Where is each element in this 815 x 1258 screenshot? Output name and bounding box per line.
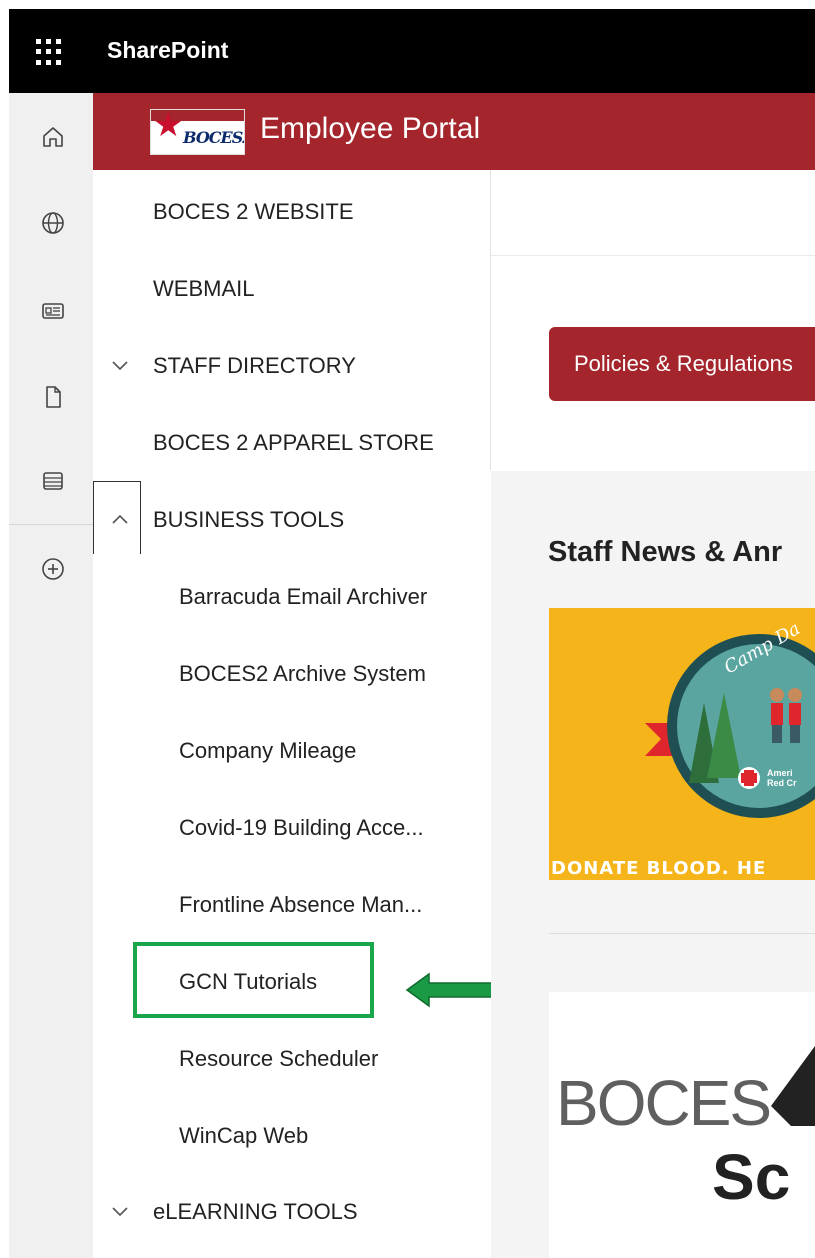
chevron-down-icon[interactable] bbox=[110, 1204, 130, 1218]
red-cross-text-2: Red Cr bbox=[767, 778, 797, 788]
news-divider bbox=[549, 933, 815, 934]
school-roof-icon bbox=[771, 1046, 815, 1126]
logo-text: BOCES2 bbox=[183, 128, 244, 147]
nav-subitem-barracuda[interactable]: Barracuda Email Archiver bbox=[179, 584, 427, 610]
news-section-title: Staff News & Anr bbox=[548, 536, 783, 568]
news-icon[interactable] bbox=[39, 297, 67, 325]
globe-icon[interactable] bbox=[39, 209, 67, 237]
nav-item-boces-website[interactable]: BOCES 2 WEBSITE bbox=[153, 199, 354, 225]
nav-subitem-frontline[interactable]: Frontline Absence Man... bbox=[179, 892, 422, 918]
site-header: ★ BOCES2 Employee Portal bbox=[93, 93, 815, 170]
add-icon[interactable] bbox=[39, 555, 67, 583]
site-title[interactable]: Employee Portal bbox=[260, 112, 480, 146]
nav-subitem-company-mileage[interactable]: Company Mileage bbox=[179, 738, 356, 764]
site-logo[interactable]: ★ BOCES2 bbox=[150, 109, 245, 155]
nav-item-webmail[interactable]: WEBMAIL bbox=[153, 276, 254, 302]
star-icon: ★ bbox=[153, 109, 184, 144]
main-top-area bbox=[491, 170, 815, 255]
left-navigation bbox=[93, 170, 490, 1258]
home-icon[interactable] bbox=[39, 123, 67, 151]
nav-subitem-covid-access[interactable]: Covid-19 Building Acce... bbox=[179, 815, 424, 841]
chevron-up-icon[interactable] bbox=[110, 512, 130, 526]
nav-item-apparel-store[interactable]: BOCES 2 APPAREL STORE bbox=[153, 430, 434, 456]
news-card-boces-school[interactable]: BOCES Sc bbox=[549, 992, 815, 1258]
list-icon[interactable] bbox=[39, 467, 67, 495]
app-bar-divider bbox=[9, 524, 93, 525]
main-divider bbox=[491, 255, 815, 256]
app-launcher-icon[interactable] bbox=[36, 39, 62, 65]
document-icon[interactable] bbox=[39, 383, 67, 411]
news-image-blood-drive[interactable]: Ameri Red Cr Camp Da DONATE BLOOD. HE bbox=[549, 608, 815, 880]
news-image-caption: DONATE BLOOD. HE bbox=[551, 858, 766, 879]
card-text-sc: Sc bbox=[712, 1141, 791, 1213]
nav-subitem-archive-system[interactable]: BOCES2 Archive System bbox=[179, 661, 426, 687]
suite-app-name[interactable]: SharePoint bbox=[107, 37, 228, 64]
nav-item-business-tools[interactable]: BUSINESS TOOLS bbox=[153, 507, 344, 533]
nav-subitem-resource-scheduler[interactable]: Resource Scheduler bbox=[179, 1046, 378, 1072]
nav-item-staff-directory[interactable]: STAFF DIRECTORY bbox=[153, 353, 356, 379]
nav-item-elearning-tools[interactable]: eLEARNING TOOLS bbox=[153, 1199, 358, 1225]
annotation-highlight-box bbox=[133, 942, 374, 1018]
chevron-down-icon[interactable] bbox=[110, 358, 130, 372]
red-cross-text-1: Ameri bbox=[767, 768, 793, 778]
policies-regulations-button[interactable]: Policies & Regulations bbox=[549, 327, 815, 401]
top-strip bbox=[0, 0, 815, 9]
nav-subitem-wincap-web[interactable]: WinCap Web bbox=[179, 1123, 308, 1149]
suite-bar: SharePoint bbox=[9, 9, 815, 93]
app-bar bbox=[9, 93, 93, 1258]
card-text-boces: BOCES bbox=[556, 1067, 772, 1139]
